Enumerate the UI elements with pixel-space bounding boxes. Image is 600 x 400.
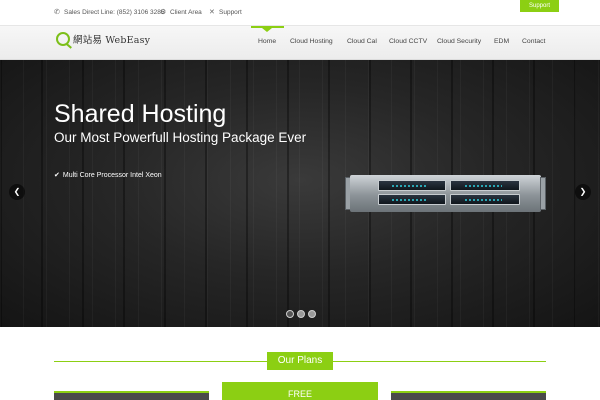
hero-subtitle: Our Most Powerfull Hosting Package Ever xyxy=(54,130,307,145)
hero-slider: Shared Hosting Our Most Powerfull Hostin… xyxy=(0,60,600,327)
drive-bay xyxy=(378,194,446,205)
hero-feature-text: Multi Core Processor Intel Xeon xyxy=(62,171,162,179)
plan-card[interactable] xyxy=(54,391,209,400)
plan-card[interactable] xyxy=(391,391,546,400)
chevron-right-icon[interactable]: ❯ xyxy=(575,184,591,200)
server-rack-ear-right xyxy=(540,177,546,210)
client-area-link[interactable]: ⚙ Client Area xyxy=(160,9,202,16)
support-link[interactable]: ✕ Support xyxy=(209,9,242,16)
plan-card-featured[interactable]: FREE xyxy=(222,382,378,400)
slider-dots xyxy=(286,310,316,318)
logo-mark-icon xyxy=(56,32,70,46)
slider-dot[interactable] xyxy=(308,310,316,318)
nav-item-cloud-security[interactable]: Cloud Security xyxy=(437,38,481,45)
check-icon: ✔ xyxy=(54,172,60,179)
client-area-label: Client Area xyxy=(170,9,202,16)
drive-bay xyxy=(378,180,446,191)
sales-line: ✆ Sales Direct Line: (852) 3106 3285 xyxy=(54,9,164,16)
nav-item-cloud-cal[interactable]: Cloud Cal xyxy=(347,38,377,45)
chevron-left-icon[interactable]: ❮ xyxy=(9,184,25,200)
slider-dot[interactable] xyxy=(286,310,294,318)
phone-icon: ✆ xyxy=(54,9,60,16)
wrench-icon: ✕ xyxy=(209,9,215,16)
sales-line-text: Sales Direct Line: (852) 3106 3285 xyxy=(64,9,165,16)
support-tab[interactable]: Support xyxy=(520,0,559,12)
plans-title: Our Plans xyxy=(267,352,333,370)
page: ✆ Sales Direct Line: (852) 3106 3285 ⚙ C… xyxy=(0,0,600,400)
support-label: Support xyxy=(219,9,242,16)
header: 網站易 WebEasy Home Cloud Hosting Cloud Cal… xyxy=(0,26,600,60)
hero-feature: ✔ Multi Core Processor Intel Xeon xyxy=(54,171,162,180)
top-bar: ✆ Sales Direct Line: (852) 3106 3285 ⚙ C… xyxy=(0,0,600,26)
nav-item-edm[interactable]: EDM xyxy=(494,38,509,45)
nav-item-cloud-hosting[interactable]: Cloud Hosting xyxy=(290,38,333,45)
server-image xyxy=(345,175,546,212)
nav-active-pointer xyxy=(262,28,272,32)
gears-icon: ⚙ xyxy=(160,9,167,16)
server-chassis xyxy=(350,175,541,212)
logo[interactable]: 網站易 WebEasy xyxy=(56,32,150,46)
logo-text: 網站易 WebEasy xyxy=(73,35,151,46)
nav-item-contact[interactable]: Contact xyxy=(522,38,545,45)
slider-dot[interactable] xyxy=(297,310,305,318)
drive-bay xyxy=(450,180,520,191)
nav-item-home[interactable]: Home xyxy=(258,38,276,45)
drive-bay xyxy=(450,194,520,205)
nav-item-cloud-cctv[interactable]: Cloud CCTV xyxy=(389,38,427,45)
hero-title: Shared Hosting xyxy=(54,100,227,128)
